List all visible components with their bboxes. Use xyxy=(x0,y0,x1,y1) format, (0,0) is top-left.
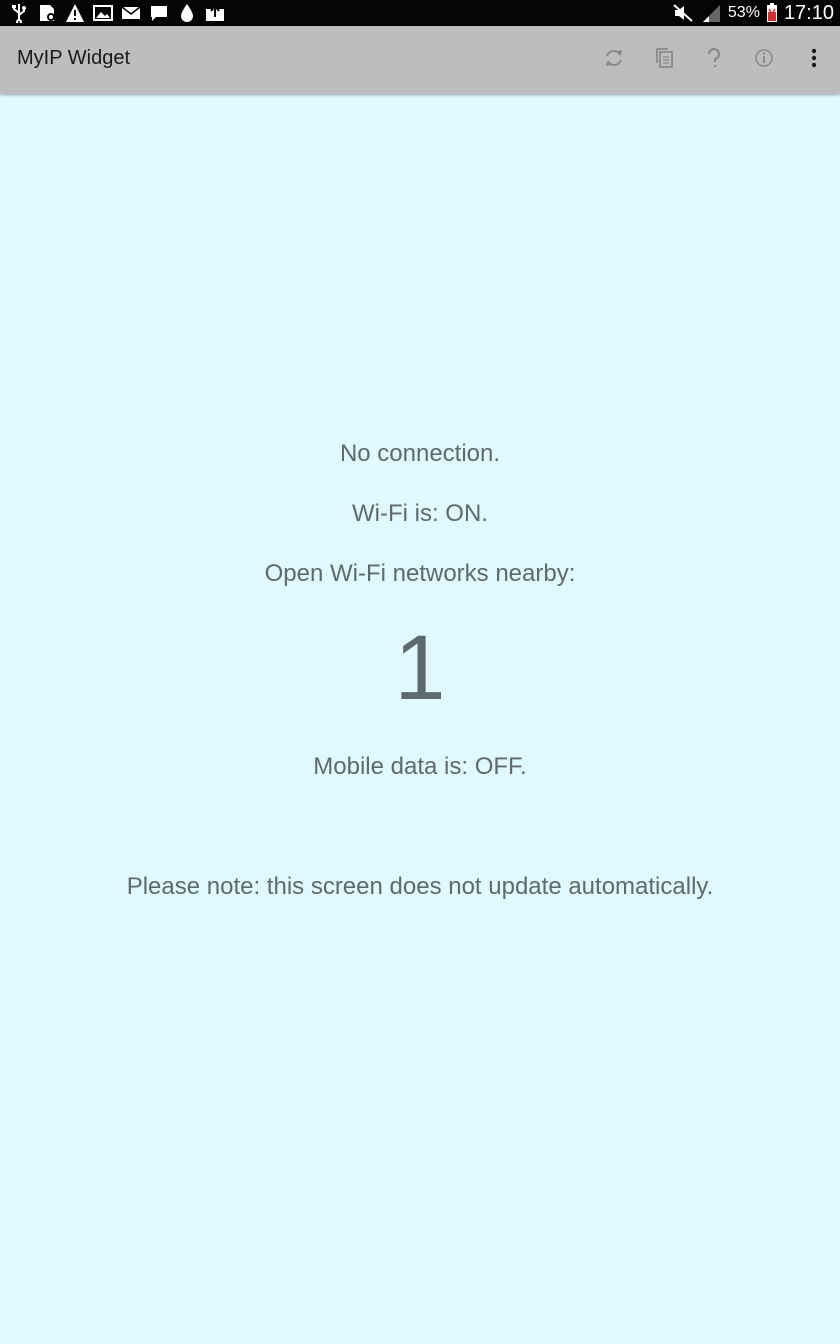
open-networks-count: 1 xyxy=(394,617,446,719)
sd-card-icon xyxy=(36,2,58,24)
status-bar: 53% 17:10 xyxy=(0,0,840,26)
copy-button[interactable] xyxy=(644,40,684,80)
main-content: No connection. Wi-Fi is: ON. Open Wi-Fi … xyxy=(0,94,840,1344)
mobile-data-status: Mobile data is: OFF. xyxy=(313,753,527,780)
info-icon xyxy=(753,47,775,73)
message-icon xyxy=(148,2,170,24)
update-note: Please note: this screen does not update… xyxy=(126,873,714,900)
copy-icon xyxy=(654,47,674,73)
info-button[interactable] xyxy=(744,40,784,80)
warning-icon xyxy=(64,2,86,24)
status-notification-icons xyxy=(8,2,226,24)
action-bar: MyIP Widget xyxy=(0,26,840,94)
status-system-area: 53% 17:10 xyxy=(672,0,834,26)
clock: 17:10 xyxy=(783,1,834,24)
help-button[interactable] xyxy=(694,40,734,80)
overflow-menu-button[interactable] xyxy=(794,40,834,80)
upload-icon xyxy=(204,2,226,24)
wifi-status: Wi-Fi is: ON. xyxy=(352,500,488,527)
mute-icon xyxy=(672,2,694,24)
battery-icon xyxy=(766,2,778,24)
signal-icon xyxy=(700,2,722,24)
drop-icon xyxy=(176,2,198,24)
open-networks-label: Open Wi-Fi networks nearby: xyxy=(264,560,576,587)
refresh-icon xyxy=(603,47,625,73)
usb-icon xyxy=(8,2,30,24)
app-title: MyIP Widget xyxy=(17,47,130,69)
help-icon xyxy=(706,47,722,73)
connection-status: No connection. xyxy=(339,440,501,467)
battery-percent: 53% xyxy=(727,4,760,21)
mail-icon xyxy=(120,2,142,24)
refresh-button[interactable] xyxy=(594,40,634,80)
overflow-menu-icon xyxy=(811,47,817,73)
image-icon xyxy=(92,2,114,24)
